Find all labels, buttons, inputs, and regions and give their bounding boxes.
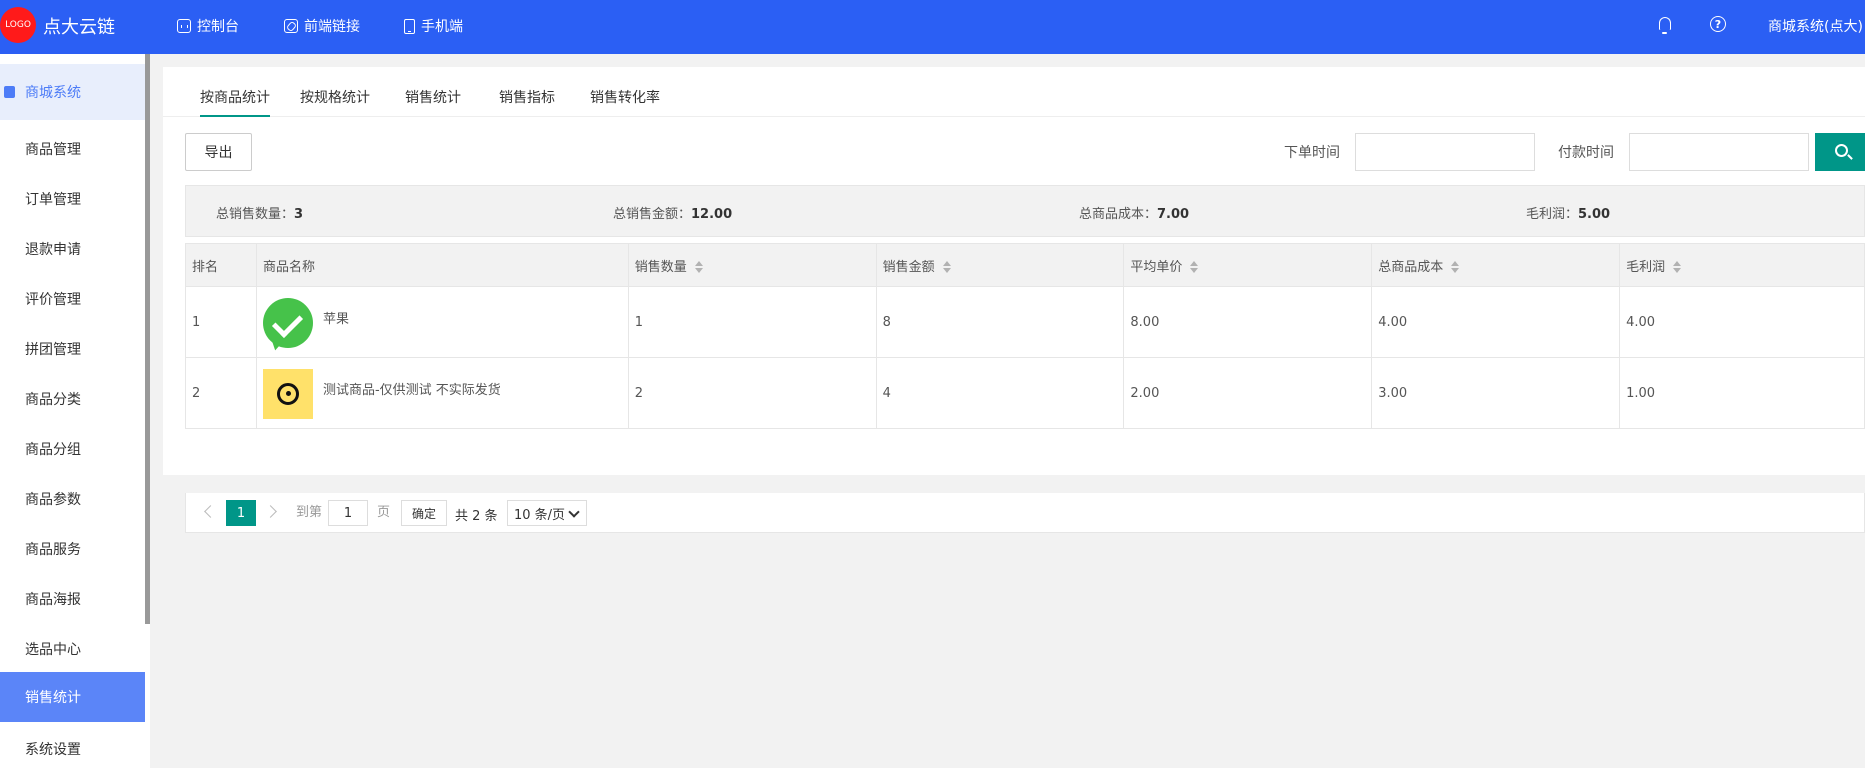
main-panel: 按商品统计 按规格统计 销售统计 销售指标 销售转化率 导出 下单时间 付款时间… — [163, 67, 1865, 533]
sidebar-item-services[interactable]: 商品服务 — [25, 539, 81, 559]
sidebar-item-groups[interactable]: 商品分组 — [25, 439, 81, 459]
product-thumbnail — [262, 369, 313, 419]
logo: LOGO — [0, 7, 36, 43]
sidebar-item-orders[interactable]: 订单管理 — [25, 189, 81, 209]
order-time-input[interactable] — [1355, 133, 1535, 171]
product-thumbnail — [262, 298, 313, 348]
sidebar-section-mall[interactable]: 商城系统 — [0, 64, 145, 120]
sidebar: 商城系统 商品管理 订单管理 退款申请 评价管理 拼团管理 商品分类 商品分组 … — [0, 54, 150, 768]
cell-cost: 3.00 — [1371, 357, 1621, 429]
cell-amount: 8 — [875, 286, 1125, 358]
sidebar-item-selection[interactable]: 选品中心 — [25, 639, 81, 659]
sidebar-item-reviews[interactable]: 评价管理 — [25, 289, 81, 309]
bell-icon[interactable] — [1659, 17, 1671, 34]
nav-frontend-link-label: 前端链接 — [304, 19, 360, 35]
sort-icon[interactable] — [1190, 261, 1199, 273]
tab-sales-metrics[interactable]: 销售指标 — [499, 87, 555, 107]
goto-confirm-button[interactable]: 确定 — [401, 500, 447, 526]
sort-icon[interactable] — [1451, 261, 1460, 273]
search-button[interactable] — [1815, 133, 1865, 171]
sort-icon[interactable] — [694, 261, 703, 273]
sidebar-item-settings[interactable]: 系统设置 — [25, 739, 81, 759]
nav-console-label: 控制台 — [197, 19, 239, 35]
page-size-select[interactable]: 10 条/页 — [507, 500, 587, 526]
sidebar-item-categories[interactable]: 商品分类 — [25, 389, 81, 409]
summary-total-cost: 总商品成本：7.00 — [1079, 207, 1190, 222]
nav-mobile-label: 手机端 — [421, 19, 463, 35]
goto-label: 到第 — [296, 505, 323, 520]
sidebar-item-group-buy[interactable]: 拼团管理 — [25, 339, 81, 359]
help-icon[interactable]: ? — [1710, 16, 1726, 32]
table-row: 2 测试商品-仅供测试 不实际发货 2 4 2.00 3.00 1.00 — [185, 357, 1865, 429]
brand-name: 点大云链 — [43, 17, 115, 38]
summary-bar: 总销售数量：3 总销售金额：12.00 总商品成本：7.00 毛利润：5.00 — [185, 185, 1865, 237]
cell-avg: 2.00 — [1123, 357, 1373, 429]
col-rank: 排名 — [185, 243, 257, 287]
tab-conversion[interactable]: 销售转化率 — [590, 87, 660, 107]
sidebar-item-posters[interactable]: 商品海报 — [25, 589, 81, 609]
col-avg-price[interactable]: 平均单价 — [1123, 243, 1373, 287]
pay-time-label: 付款时间 — [1558, 145, 1614, 161]
tab-by-product[interactable]: 按商品统计 — [200, 87, 270, 107]
sort-icon[interactable] — [942, 261, 951, 273]
page-label: 页 — [377, 505, 391, 520]
link-icon — [284, 19, 298, 33]
cell-profit: 1.00 — [1619, 357, 1865, 429]
shopping-bag-icon — [4, 86, 15, 98]
face-icon — [276, 383, 299, 405]
cell-qty: 1 — [627, 286, 877, 358]
tab-bar: 按商品统计 按规格统计 销售统计 销售指标 销售转化率 — [163, 67, 1865, 117]
sidebar-item-sales-stats[interactable]: 销售统计 — [0, 672, 145, 722]
phone-icon — [404, 18, 415, 34]
sidebar-section-label: 商城系统 — [25, 85, 81, 101]
col-total-cost[interactable]: 总商品成本 — [1371, 243, 1621, 287]
next-page-icon[interactable] — [264, 505, 277, 518]
cell-profit: 4.00 — [1619, 286, 1865, 358]
nav-mobile[interactable]: 手机端 — [404, 16, 463, 36]
sidebar-item-refunds[interactable]: 退款申请 — [25, 239, 81, 259]
col-sales-qty[interactable]: 销售数量 — [627, 243, 877, 287]
table-header-row: 排名 商品名称 销售数量 销售金额 平均单价 总商品成本 毛利润 — [185, 243, 1865, 287]
user-menu[interactable]: 商城系统(点大) — [1768, 16, 1863, 36]
cell-qty: 2 — [627, 357, 877, 429]
pay-time-input[interactable] — [1629, 133, 1809, 171]
tab-by-spec[interactable]: 按规格统计 — [300, 87, 370, 107]
search-icon — [1835, 144, 1848, 157]
cell-rank: 1 — [185, 286, 257, 358]
export-button[interactable]: 导出 — [185, 133, 252, 171]
sidebar-item-products[interactable]: 商品管理 — [25, 139, 81, 159]
active-tab-indicator — [200, 115, 270, 117]
goto-page-input[interactable]: 1 — [328, 500, 368, 526]
total-count: 共 2 条 — [455, 509, 498, 524]
summary-total-qty: 总销售数量：3 — [216, 207, 304, 222]
top-header: LOGO 点大云链 控制台 前端链接 手机端 ? 商城系统(点大) — [0, 0, 1865, 54]
tab-sales-stats[interactable]: 销售统计 — [405, 87, 461, 107]
sidebar-item-params[interactable]: 商品参数 — [25, 489, 81, 509]
cell-avg: 8.00 — [1123, 286, 1373, 358]
sidebar-item-label: 销售统计 — [25, 690, 81, 706]
product-name: 苹果 — [322, 312, 349, 327]
pagination: 1 到第 1 页 确定 共 2 条 10 条/页 — [185, 493, 1865, 533]
console-icon — [177, 19, 191, 33]
summary-total-amount: 总销售金额：12.00 — [613, 207, 733, 222]
cell-rank: 2 — [185, 357, 257, 429]
product-name: 测试商品-仅供测试 不实际发货 — [322, 383, 501, 398]
sidebar-scrollbar[interactable] — [145, 54, 150, 624]
table-row: 1 苹果 1 8 8.00 4.00 4.00 — [185, 286, 1865, 358]
page-current[interactable]: 1 — [226, 500, 256, 526]
cell-amount: 4 — [875, 357, 1125, 429]
sort-icon[interactable] — [1673, 261, 1682, 273]
col-sales-amount[interactable]: 销售金额 — [875, 243, 1125, 287]
sales-table: 排名 商品名称 销售数量 销售金额 平均单价 总商品成本 毛利润 1 苹果 1 — [185, 243, 1865, 429]
prev-page-icon[interactable] — [204, 505, 217, 518]
nav-console[interactable]: 控制台 — [177, 16, 239, 36]
summary-gross-profit: 毛利润：5.00 — [1526, 207, 1611, 222]
order-time-label: 下单时间 — [1284, 145, 1340, 161]
cell-product: 测试商品-仅供测试 不实际发货 — [255, 357, 629, 429]
cell-product: 苹果 — [255, 286, 629, 358]
cell-cost: 4.00 — [1371, 286, 1621, 358]
col-gross-profit[interactable]: 毛利润 — [1619, 243, 1865, 287]
col-product-name: 商品名称 — [255, 243, 629, 287]
nav-frontend-link[interactable]: 前端链接 — [284, 16, 360, 36]
